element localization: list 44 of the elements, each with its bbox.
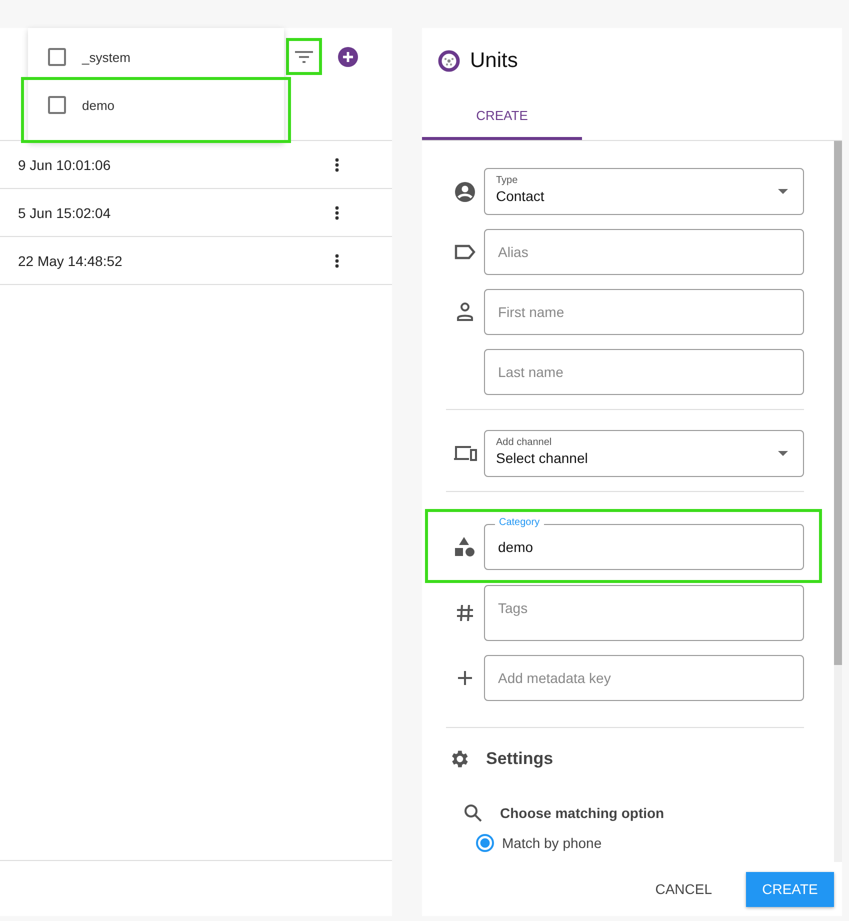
- more-icon[interactable]: [335, 158, 339, 172]
- checkbox[interactable]: [48, 96, 66, 114]
- account-circle-icon: [454, 180, 476, 202]
- select-field[interactable]: Add channel Select channel: [484, 430, 804, 477]
- input-field[interactable]: Add metadata key: [484, 655, 804, 701]
- field-value: Select channel: [496, 450, 589, 466]
- tag-icon: [454, 244, 476, 260]
- subsection-title: Choose matching option: [500, 805, 664, 821]
- plus-icon: [457, 670, 473, 686]
- filter-icon: [294, 50, 314, 64]
- filter-option[interactable]: _system: [28, 33, 284, 81]
- date-cell: 9 Jun 10:01:06: [18, 156, 111, 172]
- filter-button[interactable]: [286, 38, 322, 75]
- select-field[interactable]: Type Contact: [484, 168, 804, 215]
- shapes-icon: [455, 537, 475, 557]
- add-icon[interactable]: [338, 47, 358, 67]
- field-label: Add channel: [496, 437, 553, 448]
- create-tab[interactable]: CREATE: [422, 94, 582, 140]
- devices-icon: [453, 445, 477, 462]
- field-value: Contact: [496, 188, 546, 204]
- caret-icon: [778, 451, 788, 456]
- radio-button[interactable]: [476, 834, 494, 852]
- tags-field[interactable]: Tags: [484, 585, 804, 641]
- more-icon[interactable]: [335, 254, 339, 268]
- search-icon: [464, 804, 482, 822]
- panel-title: Units: [470, 49, 518, 73]
- date-cell: 22 May 14:48:52: [18, 252, 122, 268]
- date-cell: 5 Jun 15:02:04: [18, 204, 111, 220]
- input-field[interactable]: Alias: [484, 229, 804, 275]
- caret-icon: [778, 189, 788, 194]
- person-icon: [456, 302, 474, 322]
- input-field[interactable]: First name: [484, 289, 804, 335]
- field-label: Type: [496, 175, 519, 186]
- filter-option[interactable]: demo: [25, 81, 287, 139]
- input-field[interactable]: Last name: [484, 349, 804, 395]
- cancel-button[interactable]: CANCEL: [655, 873, 712, 905]
- section-title: Settings: [486, 749, 554, 769]
- field-label: Category: [495, 517, 544, 528]
- more-icon[interactable]: [335, 206, 339, 220]
- checkbox[interactable]: [48, 48, 66, 66]
- scrollbar-thumb[interactable]: [834, 141, 842, 665]
- hash-icon: [456, 604, 474, 622]
- option-label: Match by phone: [502, 835, 602, 851]
- units-logo-icon: [438, 50, 460, 72]
